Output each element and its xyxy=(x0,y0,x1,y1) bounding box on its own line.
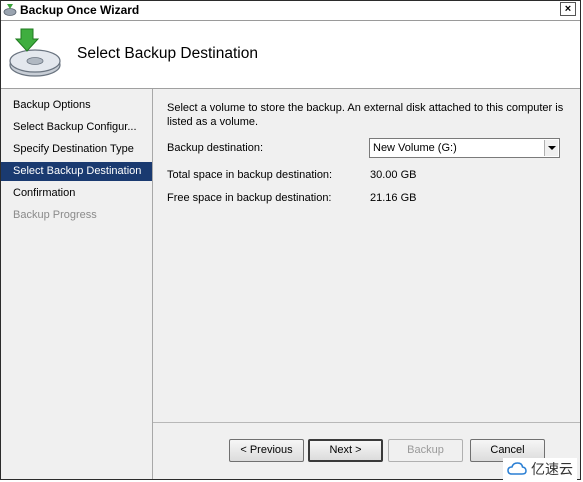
previous-button[interactable]: < Previous xyxy=(229,439,304,462)
watermark: 亿速云 xyxy=(503,458,577,480)
backup-destination-dropdown[interactable]: New Volume (G:) xyxy=(369,138,560,158)
content-panel: Select a volume to store the backup. An … xyxy=(153,89,580,479)
nav-item-backup-options[interactable]: Backup Options xyxy=(1,96,152,115)
backup-disk-icon xyxy=(9,28,61,77)
backup-app-icon xyxy=(3,4,17,16)
instruction-text: Select a volume to store the backup. An … xyxy=(167,102,564,128)
wizard-window: Backup Once Wizard × Select Backup Desti… xyxy=(0,0,581,480)
wizard-steps-nav: Backup Options Select Backup Configur...… xyxy=(1,89,153,479)
nav-item-backup-progress: Backup Progress xyxy=(13,209,97,221)
window-title: Backup Once Wizard xyxy=(20,3,140,17)
watermark-text: 亿速云 xyxy=(531,461,573,477)
chevron-down-icon[interactable] xyxy=(544,140,558,156)
nav-item-specify-destination-type[interactable]: Specify Destination Type xyxy=(1,140,152,159)
cloud-logo-icon xyxy=(507,462,527,475)
destination-label: Backup destination: xyxy=(167,142,264,154)
backup-button: Backup xyxy=(388,439,463,462)
wizard-header: Select Backup Destination xyxy=(1,21,580,89)
nav-item-select-backup-destination[interactable]: Select Backup Destination xyxy=(1,162,152,181)
title-bar[interactable]: Backup Once Wizard × xyxy=(1,1,580,21)
button-divider xyxy=(153,422,580,423)
total-space-label: Total space in backup destination: xyxy=(167,169,333,181)
close-button[interactable]: × xyxy=(560,2,576,16)
page-title: Select Backup Destination xyxy=(77,45,258,62)
destination-selected-value: New Volume (G:) xyxy=(373,142,457,154)
total-space-value: 30.00 GB xyxy=(370,169,417,181)
nav-item-select-backup-configuration[interactable]: Select Backup Configur... xyxy=(1,118,152,137)
nav-item-confirmation[interactable]: Confirmation xyxy=(1,184,152,203)
next-button[interactable]: Next > xyxy=(308,439,383,462)
free-space-label: Free space in backup destination: xyxy=(167,192,332,204)
free-space-value: 21.16 GB xyxy=(370,192,417,204)
close-icon: × xyxy=(564,3,572,15)
